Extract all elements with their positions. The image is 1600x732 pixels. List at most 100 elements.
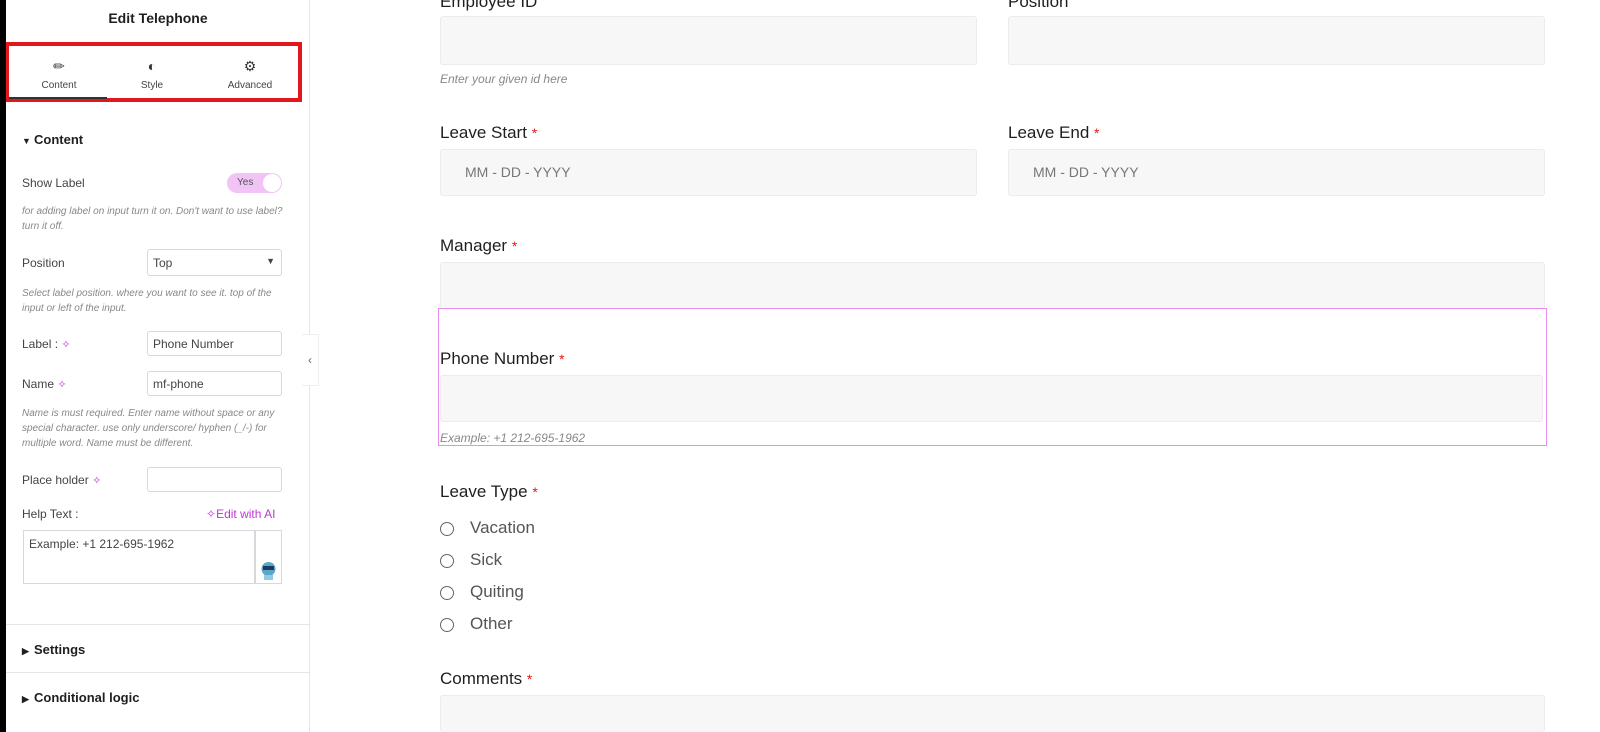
placeholder-field-text: Place holder — [22, 473, 89, 487]
radio-label: Other — [470, 614, 513, 633]
leave-end-placeholder: MM - DD - YYYY — [1033, 164, 1139, 180]
active-tab-indicator — [9, 97, 107, 99]
settings-section-toggle[interactable]: ▶ Settings — [22, 642, 85, 657]
radio-label: Sick — [470, 550, 503, 569]
section-divider — [6, 624, 309, 625]
manager-input[interactable] — [440, 262, 1545, 309]
section-divider — [6, 672, 309, 673]
editor-window: Edit Telephone ✏ Content ◐ Style ⚙ Advan… — [0, 0, 1600, 732]
panel-title: Edit Telephone — [108, 10, 208, 26]
leave-start-placeholder: MM - DD - YYYY — [465, 164, 571, 180]
collapse-panel-button[interactable]: ‹ — [302, 334, 319, 386]
ai-sparkle-icon: ✧ — [206, 507, 217, 521]
edit-with-ai-text: Edit with AI — [216, 507, 276, 521]
robot-icon — [261, 562, 276, 580]
placeholder-input[interactable] — [147, 467, 282, 492]
comments-label: Comments * — [440, 669, 532, 689]
caret-right-icon: ▶ — [22, 694, 29, 704]
tab-content[interactable]: ✏ Content — [11, 58, 107, 91]
help-text-label: Help Text : — [22, 507, 79, 521]
name-help: Name is must required. Enter name withou… — [22, 408, 275, 449]
manager-label: Manager * — [440, 236, 517, 256]
ai-sparkle-icon[interactable]: ✧ — [57, 379, 66, 391]
tab-style[interactable]: ◐ Style — [104, 58, 200, 91]
settings-section-label: Settings — [34, 642, 86, 657]
name-input[interactable] — [147, 371, 282, 396]
ai-assistant-button[interactable] — [255, 530, 282, 584]
label-field-text: Label : — [22, 337, 59, 351]
ai-sparkle-icon[interactable]: ✧ — [61, 339, 70, 351]
conditional-logic-section-label: Conditional logic — [34, 690, 140, 705]
radio-sick[interactable]: Sick — [440, 550, 640, 572]
help-text-textarea[interactable]: Example: +1 212-695-1962 — [23, 530, 255, 584]
caret-right-icon: ▶ — [22, 646, 29, 656]
leave-end-input[interactable]: MM - DD - YYYY — [1008, 149, 1545, 196]
position-field-label: Position — [1008, 0, 1069, 11]
employee-id-input[interactable] — [440, 16, 977, 65]
radio-label: Quiting — [470, 582, 524, 601]
radio-vacation[interactable]: Vacation — [440, 518, 640, 540]
position-label: Position — [22, 256, 65, 270]
content-section-toggle[interactable]: ▼ Content — [22, 132, 83, 147]
leave-end-label: Leave End * — [1008, 123, 1099, 143]
toggle-knob — [263, 174, 281, 192]
radio-label: Vacation — [470, 518, 535, 537]
radio-other[interactable]: Other — [440, 614, 640, 636]
ai-sparkle-icon[interactable]: ✧ — [92, 475, 101, 487]
placeholder-field-label: Place holder ✧ — [22, 473, 101, 487]
position-select[interactable]: Top ▼ — [147, 249, 282, 276]
toggle-text: Yes — [237, 177, 254, 188]
pencil-icon: ✏ — [53, 58, 65, 74]
phone-number-input[interactable] — [440, 375, 1543, 422]
tab-advanced-label: Advanced — [227, 80, 273, 91]
tab-style-label: Style — [140, 80, 164, 91]
edit-panel: Edit Telephone ✏ Content ◐ Style ⚙ Advan… — [6, 0, 310, 732]
comments-label-text: Comments — [440, 669, 523, 688]
dropdown-arrow-icon: ▼ — [266, 256, 275, 266]
leave-start-input[interactable]: MM - DD - YYYY — [440, 149, 977, 196]
name-field-label: Name ✧ — [22, 377, 67, 391]
tab-advanced[interactable]: ⚙ Advanced — [202, 58, 298, 91]
tab-content-label: Content — [41, 80, 77, 91]
conditional-logic-section-toggle[interactable]: ▶ Conditional logic — [22, 690, 139, 705]
required-mark: * — [559, 351, 565, 367]
leave-type-label-text: Leave Type — [440, 482, 528, 501]
leave-start-label-text: Leave Start — [440, 123, 527, 142]
employee-id-label: Employee ID — [440, 0, 538, 11]
radio-circle — [440, 554, 454, 568]
name-field-text: Name — [22, 377, 55, 391]
required-mark: * — [526, 671, 533, 687]
radio-circle — [440, 522, 454, 536]
content-section-label: Content — [34, 132, 84, 147]
show-label-toggle[interactable]: Yes — [227, 173, 282, 193]
comments-input[interactable] — [440, 695, 1545, 732]
show-label-help: for adding label on input turn it on. Do… — [22, 206, 283, 232]
tabs-highlight-box: ✏ Content ◐ Style ⚙ Advanced — [6, 42, 302, 102]
position-help: Select label position. where you want to… — [22, 288, 272, 314]
gear-icon: ⚙ — [243, 58, 257, 74]
phone-number-help: Example: +1 212-695-1962 — [440, 431, 586, 445]
leave-end-label-text: Leave End — [1008, 123, 1090, 142]
label-input[interactable] — [147, 331, 282, 356]
manager-label-text: Manager — [440, 236, 508, 255]
label-field-label: Label : ✧ — [22, 337, 71, 351]
position-input[interactable] — [1008, 16, 1545, 65]
phone-number-label: Phone Number * — [440, 349, 565, 369]
contrast-icon: ◐ — [147, 58, 157, 74]
edit-with-ai-link[interactable]: ✧Edit with AI — [206, 507, 275, 521]
phone-number-label-text: Phone Number — [440, 349, 555, 368]
radio-circle — [440, 618, 454, 632]
position-select-value: Top — [153, 256, 173, 270]
leave-type-label: Leave Type * — [440, 482, 538, 502]
employee-id-help: Enter your given id here — [440, 72, 568, 86]
show-label-label: Show Label — [22, 176, 85, 190]
required-mark: * — [532, 484, 538, 500]
required-mark: * — [531, 125, 538, 141]
radio-quiting[interactable]: Quiting — [440, 582, 640, 604]
leave-start-label: Leave Start * — [440, 123, 537, 143]
radio-circle — [440, 586, 454, 600]
required-mark: * — [511, 238, 518, 254]
chevron-left-icon: ‹ — [308, 353, 312, 367]
caret-down-icon: ▼ — [22, 136, 31, 146]
required-mark: * — [1094, 125, 1100, 141]
